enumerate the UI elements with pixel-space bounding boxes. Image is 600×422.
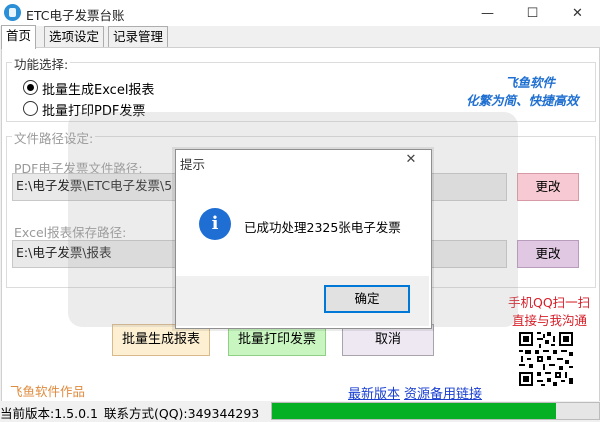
change-pdf-path-button[interactable]: 更改: [517, 173, 579, 201]
info-icon: i: [199, 208, 231, 240]
tab-home[interactable]: 首页: [1, 25, 37, 49]
function-group-title: 功能选择:: [12, 54, 71, 73]
contact-me-text: 直接与我沟通: [512, 313, 588, 328]
backup-resource-link[interactable]: 资源备用链接: [404, 383, 482, 402]
dialog-message: 已成功处理2325张电子发票: [244, 220, 401, 235]
progress-bar-fill: [272, 403, 556, 419]
contact-qq-text: 联系方式(QQ):349344293: [104, 406, 260, 421]
version-text: 当前版本:1.5.0.1: [0, 406, 98, 421]
dialog-title: 提示: [180, 157, 206, 172]
app-logo-icon: [4, 4, 21, 21]
close-window-button[interactable]: ✕: [555, 0, 600, 26]
qq-scan-text: 手机QQ扫一扫: [508, 295, 591, 310]
qr-code-icon: [517, 330, 575, 388]
change-excel-path-button[interactable]: 更改: [517, 240, 579, 268]
pdf-print-radio[interactable]: [23, 101, 38, 116]
minimize-button[interactable]: —: [465, 0, 510, 26]
maximize-button[interactable]: ☐: [510, 0, 555, 26]
tab-options[interactable]: 选项设定: [44, 26, 105, 47]
window-title: ETC电子发票台账: [26, 8, 125, 23]
dialog-close-button[interactable]: ✕: [399, 152, 423, 170]
brand-name: 飞鱼软件: [505, 75, 556, 90]
dialog-titlebar: [176, 150, 429, 174]
brand-slogan: 化繁为简、快捷高效: [466, 93, 579, 108]
excel-report-radio-label[interactable]: 批量生成Excel报表: [42, 79, 154, 98]
tab-records[interactable]: 记录管理: [108, 26, 169, 47]
excel-report-radio[interactable]: [23, 80, 38, 95]
latest-version-link[interactable]: 最新版本: [348, 383, 400, 402]
footer-credit: 飞鱼软件作品: [10, 384, 86, 399]
ok-button[interactable]: 确定: [324, 285, 410, 313]
